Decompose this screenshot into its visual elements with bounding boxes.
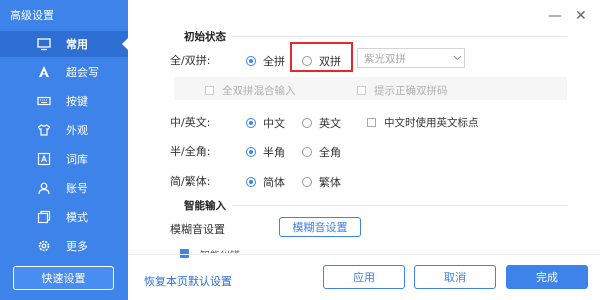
radio-label: 全拼 (263, 55, 285, 68)
sidebar-item-label: 常用 (66, 38, 88, 51)
fuzzy-settings-button[interactable]: 模糊音设置 (279, 217, 361, 237)
radio-full-width[interactable]: 全角 (302, 144, 341, 160)
checkbox-label: 中文时使用英文标点 (384, 117, 479, 129)
sidebar-item-appearance[interactable]: 外观 (0, 117, 128, 143)
radio-circle (246, 118, 256, 128)
sidebar-item-label: 词库 (66, 153, 88, 166)
quick-settings-button[interactable]: 快速设置 (13, 266, 114, 290)
half-full-label: 半/全角: (170, 145, 211, 158)
full-double-label: 全/双拼: (170, 54, 211, 67)
radio-label: 英文 (319, 117, 341, 130)
radio-half-width[interactable]: 半角 (246, 144, 285, 160)
checkbox-box (205, 86, 214, 95)
section-title-initial-state: 初始状态 (184, 31, 226, 43)
checkbox-box (367, 118, 376, 127)
sidebar-item-mode[interactable]: 模式 (0, 204, 128, 230)
sidebar-item-common[interactable]: 常用 (0, 31, 128, 57)
section-divider (232, 36, 567, 37)
checkbox-label: 全双拼混合输入 (222, 85, 296, 97)
english-punct-checkbox[interactable]: 中文时使用英文标点 (367, 115, 479, 130)
select-value: 紫光双拼 (364, 52, 406, 65)
keyboard-icon (36, 93, 52, 109)
close-button[interactable]: ✕ (575, 8, 587, 24)
sidebar-item-label: 账号 (66, 182, 88, 195)
cn-en-label: 中/英文: (170, 116, 211, 129)
cancel-button[interactable]: 取消 (414, 265, 496, 289)
dictionary-icon (36, 151, 52, 167)
radio-label: 繁体 (319, 176, 341, 189)
sidebar-item-label: 超会写 (66, 66, 99, 79)
sidebar: 高级设置 常用 超会写 按键 外观 词库 账号 模式 更多 快速设置 (0, 0, 128, 300)
sidebar-item-super-write[interactable]: 超会写 (0, 59, 128, 85)
radio-circle (246, 147, 256, 157)
section-title-smart-input: 智能输入 (184, 200, 226, 212)
radio-circle (302, 118, 312, 128)
double-pinyin-scheme-select[interactable]: 紫光双拼 (357, 48, 465, 68)
radio-chinese[interactable]: 中文 (246, 115, 285, 131)
radio-circle (302, 147, 312, 157)
radio-label: 全角 (319, 146, 341, 159)
checkbox-label: 提示正确双拼码 (374, 85, 448, 97)
window-icon (36, 209, 52, 225)
sidebar-item-keys[interactable]: 按键 (0, 88, 128, 114)
checkbox-box (357, 86, 366, 95)
sidebar-item-label: 模式 (66, 211, 88, 224)
radio-label: 半角 (263, 146, 285, 159)
minimize-button[interactable]: — (548, 8, 562, 24)
radio-circle (302, 177, 312, 187)
radio-circle (246, 56, 256, 66)
show-correct-code-checkbox[interactable]: 提示正确双拼码 (357, 83, 448, 98)
radio-full-pinyin[interactable]: 全拼 (246, 53, 285, 69)
sidebar-item-more[interactable]: 更多 (0, 233, 128, 259)
sidebar-item-label: 外观 (66, 124, 88, 137)
simp-trad-label: 简/繁体: (170, 175, 211, 188)
partially-hidden-option-label: 智能纠错 (200, 247, 240, 253)
radio-label: 中文 (263, 117, 285, 130)
radio-label: 简体 (263, 176, 285, 189)
window-title: 高级设置 (10, 9, 54, 22)
done-button[interactable]: 完成 (506, 265, 588, 289)
monitor-icon (36, 36, 52, 52)
pen-icon (36, 64, 52, 80)
sidebar-item-label: 按键 (66, 95, 88, 108)
apply-button[interactable]: 应用 (323, 265, 405, 289)
radio-english[interactable]: 英文 (302, 115, 341, 131)
settings-window: 高级设置 常用 超会写 按键 外观 词库 账号 模式 更多 快速设置 — ✕ 初… (0, 0, 600, 300)
sidebar-item-label: 更多 (66, 240, 88, 253)
radio-traditional[interactable]: 繁体 (302, 174, 341, 190)
radio-circle (246, 177, 256, 187)
section-divider (232, 205, 567, 206)
restore-defaults-link[interactable]: 恢复本页默认设置 (144, 273, 232, 289)
gear-icon (36, 238, 52, 254)
shirt-icon (36, 122, 52, 138)
mixed-input-checkbox[interactable]: 全双拼混合输入 (205, 83, 296, 98)
red-highlight-box (290, 42, 353, 72)
sidebar-item-account[interactable]: 账号 (0, 175, 128, 201)
sidebar-item-dictionary[interactable]: 词库 (0, 146, 128, 172)
fuzzy-label: 模糊音设置 (170, 223, 225, 236)
chevron-down-icon (450, 55, 464, 61)
user-icon (36, 180, 52, 196)
radio-simplified[interactable]: 简体 (246, 174, 285, 190)
footer-divider (128, 254, 600, 255)
